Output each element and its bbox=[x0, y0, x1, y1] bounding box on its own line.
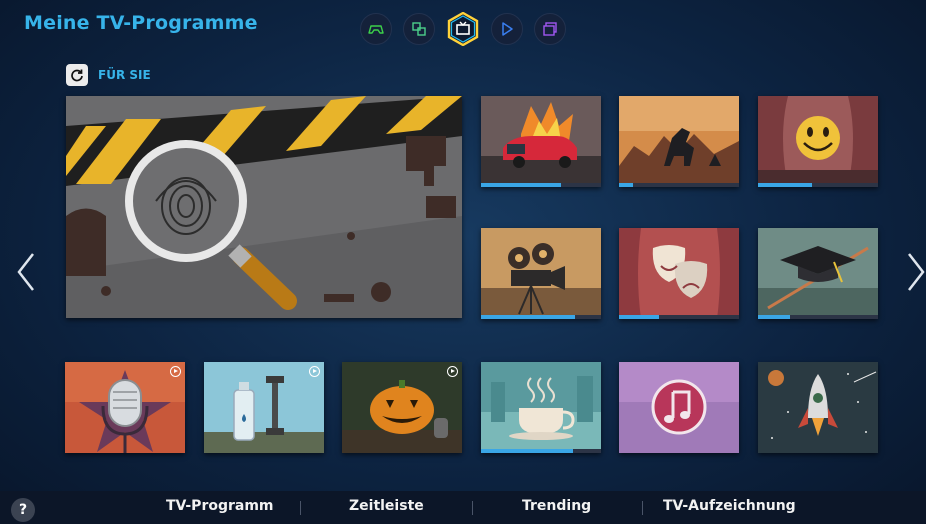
program-tile[interactable] bbox=[758, 362, 878, 453]
program-tile[interactable] bbox=[342, 362, 462, 453]
progress-bar bbox=[619, 315, 739, 319]
tab-trending[interactable]: Trending bbox=[522, 498, 591, 514]
smiley-stage-artwork bbox=[758, 96, 878, 187]
music-note-artwork bbox=[619, 362, 739, 453]
program-tile[interactable] bbox=[619, 228, 739, 319]
theater-masks-artwork bbox=[619, 228, 739, 319]
program-tile[interactable] bbox=[481, 96, 601, 187]
space-rocket-artwork bbox=[758, 362, 878, 453]
divider bbox=[300, 501, 301, 515]
refresh-button[interactable] bbox=[66, 64, 88, 86]
divider bbox=[642, 501, 643, 515]
top-navigation bbox=[360, 12, 566, 46]
film-camera-artwork bbox=[481, 228, 601, 319]
nav-multiscreen-button[interactable] bbox=[403, 13, 435, 45]
graduation-cap-artwork bbox=[758, 228, 878, 319]
tab-tv-programm[interactable]: TV-Programm bbox=[166, 498, 274, 514]
program-tile[interactable] bbox=[619, 362, 739, 453]
progress-bar bbox=[481, 315, 601, 319]
halloween-pumpkin-artwork bbox=[342, 362, 462, 453]
featured-tile[interactable] bbox=[66, 96, 462, 318]
nav-games-button[interactable] bbox=[360, 13, 392, 45]
microphone-star-artwork bbox=[65, 362, 185, 453]
divider bbox=[472, 501, 473, 515]
gamepad-icon bbox=[368, 25, 384, 34]
dark-horse-rider-artwork bbox=[619, 96, 739, 187]
program-tile[interactable] bbox=[758, 96, 878, 187]
next-arrow[interactable] bbox=[906, 252, 926, 292]
multiscreen-icon bbox=[412, 22, 426, 36]
section-header: FÜR SIE bbox=[66, 64, 151, 86]
program-tile[interactable] bbox=[481, 362, 601, 453]
tab-tv-aufzeichnung[interactable]: TV-Aufzeichnung bbox=[663, 498, 796, 514]
progress-bar bbox=[481, 183, 601, 187]
program-tile[interactable] bbox=[481, 228, 601, 319]
coffee-cup-artwork bbox=[481, 362, 601, 453]
program-tile[interactable] bbox=[204, 362, 324, 453]
program-tile[interactable] bbox=[758, 228, 878, 319]
play-icon bbox=[309, 366, 320, 377]
progress-bar bbox=[758, 315, 878, 319]
water-bottle-dumbbell-artwork bbox=[204, 362, 324, 453]
program-tile[interactable] bbox=[619, 96, 739, 187]
magnifier-fingerprint-artwork bbox=[66, 96, 462, 318]
apps-icon bbox=[543, 22, 557, 36]
progress-bar bbox=[758, 183, 878, 187]
tv-icon bbox=[447, 12, 479, 46]
burning-car-artwork bbox=[481, 96, 601, 187]
tab-zeitleiste[interactable]: Zeitleiste bbox=[349, 498, 424, 514]
page-title: Meine TV-Programme bbox=[24, 12, 258, 34]
progress-bar bbox=[619, 183, 739, 187]
nav-video-button[interactable] bbox=[491, 13, 523, 45]
play-icon bbox=[170, 366, 181, 377]
play-icon bbox=[502, 22, 513, 36]
play-icon bbox=[447, 366, 458, 377]
help-button[interactable]: ? bbox=[11, 498, 35, 522]
nav-tv-button[interactable] bbox=[446, 12, 480, 46]
progress-bar bbox=[481, 449, 601, 453]
previous-arrow[interactable] bbox=[16, 252, 36, 292]
nav-apps-button[interactable] bbox=[534, 13, 566, 45]
program-tile[interactable] bbox=[65, 362, 185, 453]
section-label: FÜR SIE bbox=[98, 68, 151, 82]
refresh-icon bbox=[71, 69, 83, 82]
